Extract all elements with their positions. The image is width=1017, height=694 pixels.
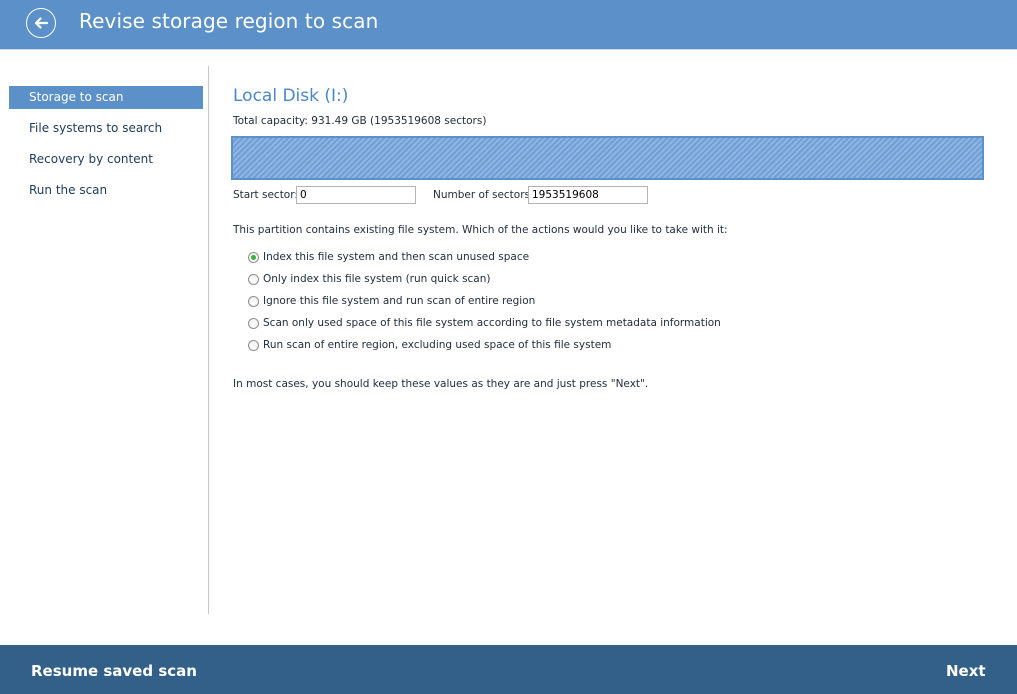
action-options: Index this file system and then scan unu… (248, 246, 721, 356)
header-bar: Revise storage region to scan (0, 0, 1017, 50)
option-only-index[interactable]: Only index this file system (run quick s… (248, 268, 721, 290)
radio-unchecked[interactable] (248, 317, 259, 329)
radio-unchecked[interactable] (248, 273, 259, 285)
option-scan-used-only[interactable]: Scan only used space of this file system… (248, 312, 721, 334)
option-label: Ignore this file system and run scan of … (263, 295, 536, 307)
option-exclude-used[interactable]: Run scan of entire region, excluding use… (248, 334, 721, 356)
start-sector-label: Start sector: (233, 189, 298, 201)
option-label: Index this file system and then scan unu… (263, 251, 530, 263)
radio-unchecked[interactable] (248, 295, 259, 307)
hint-text: In most cases, you should keep these val… (233, 378, 649, 390)
radio-unchecked[interactable] (248, 339, 259, 351)
footer-bar: Resume saved scan Next (0, 645, 1017, 694)
arrow-left-icon (34, 17, 49, 29)
option-index-then-scan[interactable]: Index this file system and then scan unu… (248, 246, 721, 268)
scan-region-bar[interactable] (231, 136, 984, 180)
option-ignore-fs[interactable]: Ignore this file system and run scan of … (248, 290, 721, 312)
start-sector-input[interactable] (296, 186, 416, 204)
radio-checked[interactable] (248, 251, 259, 263)
action-question: This partition contains existing file sy… (233, 224, 728, 236)
total-capacity: Total capacity: 931.49 GB (1953519608 se… (233, 115, 487, 127)
next-button[interactable]: Next (946, 662, 986, 680)
option-label: Only index this file system (run quick s… (263, 273, 491, 285)
sidebar-item-recovery-by-content[interactable]: Recovery by content (9, 148, 203, 171)
num-sectors-label: Number of sectors: (433, 189, 534, 201)
sidebar-item-storage-to-scan[interactable]: Storage to scan (9, 86, 203, 109)
back-button[interactable] (26, 8, 56, 38)
sidebar: Storage to scan File systems to search R… (9, 86, 203, 210)
page-title: Revise storage region to scan (79, 9, 379, 33)
num-sectors-input[interactable] (528, 186, 648, 204)
resume-saved-scan-button[interactable]: Resume saved scan (31, 662, 197, 680)
option-label: Scan only used space of this file system… (263, 317, 721, 329)
option-label: Run scan of entire region, excluding use… (263, 339, 612, 351)
sidebar-item-run-scan[interactable]: Run the scan (9, 179, 203, 202)
sidebar-item-file-systems[interactable]: File systems to search (9, 117, 203, 140)
sidebar-divider (208, 66, 209, 614)
disk-title: Local Disk (I:) (233, 86, 349, 106)
